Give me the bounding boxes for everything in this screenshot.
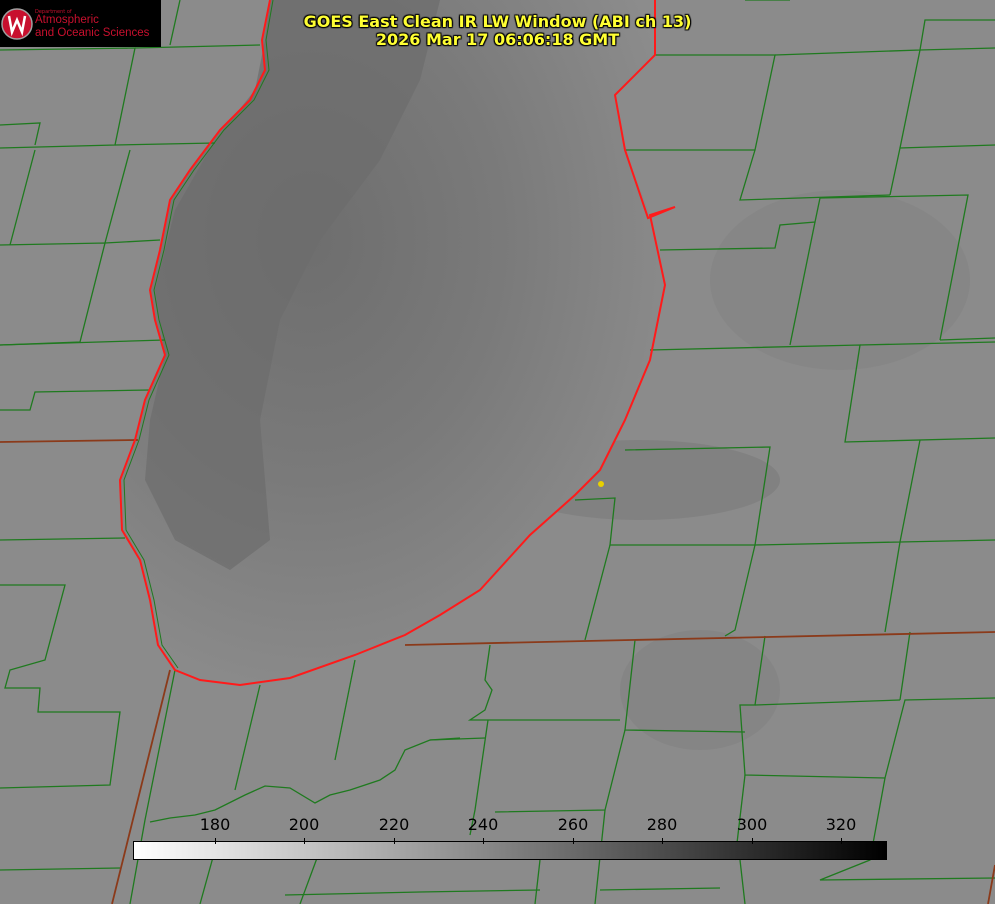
colorbar-tick (573, 838, 574, 844)
image-title: GOES East Clean IR LW Window (ABI ch 13) (303, 12, 692, 31)
colorbar-tick-label: 280 (646, 815, 678, 834)
colorbar-tick-label: 320 (825, 815, 857, 834)
colorbar-tick (841, 838, 842, 844)
colorbar-tick-label: 260 (557, 815, 589, 834)
colorbar-tick (394, 838, 395, 844)
colorbar-tick (483, 838, 484, 844)
colorbar-tick-label: 200 (288, 815, 320, 834)
colorbar-tick-label: 180 (199, 815, 231, 834)
colorbar-tick-label: 240 (467, 815, 499, 834)
image-timestamp: 2026 Mar 17 06:06:18 GMT (375, 30, 620, 49)
location-marker (598, 481, 604, 487)
colorbar-tick (662, 838, 663, 844)
ir-satellite-map (0, 0, 995, 904)
satellite-image-viewer: Department of Atmospheric and Oceanic Sc… (0, 0, 995, 904)
colorbar-tick (752, 838, 753, 844)
colorbar-gradient (133, 841, 887, 860)
colorbar-tick (304, 838, 305, 844)
colorbar-tick-label: 300 (736, 815, 768, 834)
colorbar-tick (215, 838, 216, 844)
cloud-patch (620, 630, 780, 750)
colorbar-tick-label: 220 (378, 815, 410, 834)
